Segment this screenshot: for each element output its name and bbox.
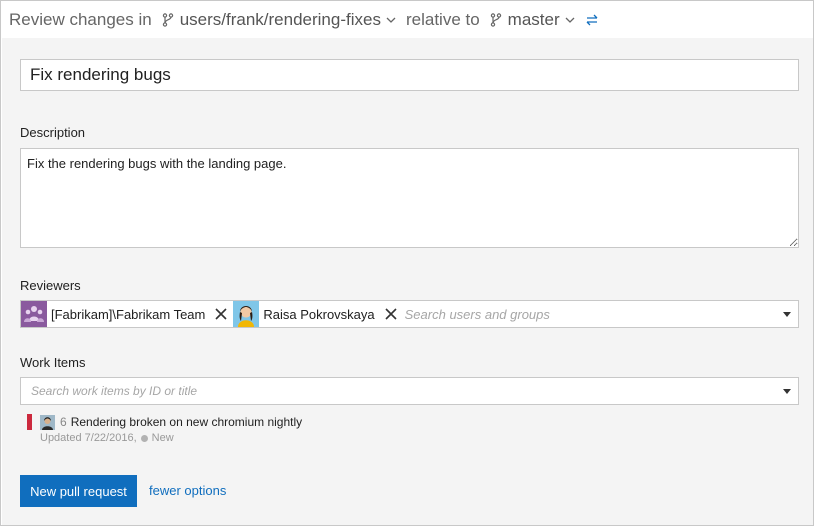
- title-input[interactable]: [20, 59, 799, 91]
- reviewer-chip: [Fabrikam]\Fabrikam Team: [21, 301, 229, 327]
- branch-icon: [490, 12, 501, 27]
- branch-icon: [162, 12, 173, 27]
- close-icon: [215, 308, 227, 320]
- relative-to-label: relative to: [405, 9, 480, 29]
- create-pull-request-window: Review changes in users/frank/rendering-…: [0, 0, 814, 526]
- remove-reviewer-button[interactable]: [383, 306, 399, 322]
- source-branch-selector[interactable]: users/frank/rendering-fixes: [152, 10, 406, 30]
- new-pull-request-button[interactable]: New pull request: [20, 475, 137, 507]
- work-item-title-link[interactable]: Rendering broken on new chromium nightly: [71, 415, 302, 429]
- source-branch-name: users/frank/rendering-fixes: [179, 9, 381, 29]
- reviewer-name: [Fabrikam]\Fabrikam Team: [51, 306, 206, 322]
- chevron-down-icon: [565, 17, 575, 23]
- work-items-picker[interactable]: [20, 377, 799, 405]
- reviewers-picker[interactable]: [Fabrikam]\Fabrikam Team Raisa Pokrovska…: [20, 300, 799, 328]
- state-dot-icon: [140, 434, 148, 442]
- assignee-avatar-icon: [40, 415, 55, 430]
- description-label: Description: [20, 125, 86, 140]
- chevron-down-icon: [386, 17, 396, 23]
- team-avatar-icon: [21, 301, 47, 327]
- work-item: 6 Rendering broken on new chromium nightl…: [27, 414, 427, 448]
- caret-down-icon: [783, 388, 791, 394]
- close-icon: [385, 308, 397, 320]
- reviewers-search-input[interactable]: [402, 302, 776, 326]
- target-branch-name: master: [507, 9, 560, 29]
- work-item-id: 6: [60, 415, 67, 429]
- work-item-meta: Updated 7/22/2016, New: [40, 432, 174, 444]
- reviewer-chip: Raisa Pokrovskaya: [233, 301, 398, 327]
- work-item-updated: Updated 7/22/2016,: [40, 432, 137, 444]
- fewer-options-link[interactable]: fewer options: [149, 483, 226, 498]
- swap-branches-icon[interactable]: [585, 14, 599, 26]
- reviewers-label: Reviewers: [20, 278, 81, 293]
- work-items-dropdown-button[interactable]: [776, 379, 798, 403]
- remove-reviewer-button[interactable]: [213, 306, 229, 322]
- caret-down-icon: [783, 311, 791, 317]
- work-items-search-input[interactable]: [29, 379, 776, 403]
- work-item-state: New: [151, 432, 174, 444]
- pull-request-form: Description Fix the rendering bugs with …: [2, 38, 813, 525]
- work-item-title-line: 6 Rendering broken on new chromium nightl…: [60, 415, 302, 429]
- user-avatar-icon: [233, 301, 260, 327]
- work-item-type-bar: [27, 414, 32, 430]
- compare-header: Review changes in users/frank/rendering-…: [1, 1, 813, 38]
- reviewer-name: Raisa Pokrovskaya: [263, 306, 375, 322]
- reviewers-dropdown-button[interactable]: [776, 302, 798, 326]
- work-items-label: Work Items: [20, 355, 86, 370]
- description-textarea[interactable]: Fix the rendering bugs with the landing …: [20, 148, 799, 248]
- review-changes-label: Review changes in: [9, 9, 152, 29]
- target-branch-selector[interactable]: master: [480, 10, 581, 30]
